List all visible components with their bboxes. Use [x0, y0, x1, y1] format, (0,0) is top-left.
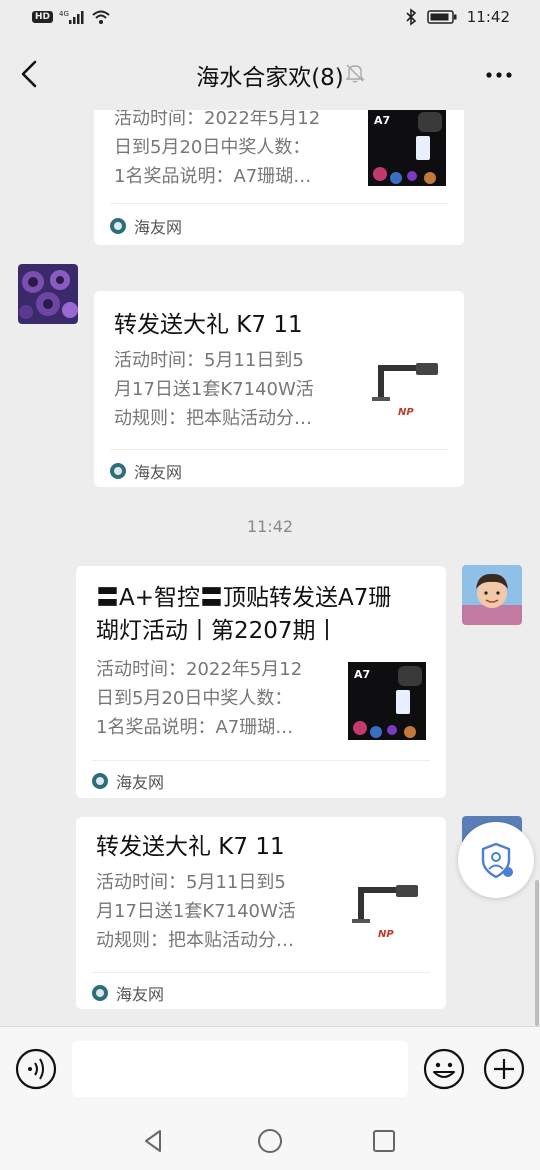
chat-title: 海水合家欢(8)	[196, 65, 344, 91]
card-source: 海友网	[92, 981, 164, 1005]
shared-link-card[interactable]: 活动时间：2022年5月12 日到5月20日中奖人数： 1名奖品说明：A7珊瑚……	[94, 110, 464, 245]
shared-link-card[interactable]: 〓A+智控〓顶贴转发送A7珊 瑚灯活动丨第2207期丨 活动时间：2022年5月…	[76, 566, 446, 798]
voice-input-icon[interactable]	[14, 1047, 58, 1091]
system-navigation-bar	[0, 1110, 540, 1170]
svg-text:NP: NP	[378, 929, 394, 940]
svg-text:4G: 4G	[59, 10, 69, 18]
bluetooth-icon	[406, 8, 416, 26]
avatar[interactable]	[18, 264, 78, 324]
card-title: 〓A+智控〓顶贴转发送A7珊 瑚灯活动丨第2207期丨	[96, 585, 392, 644]
card-description: 活动时间：2022年5月12 日到5月20日中奖人数： 1名奖品说明：A7珊瑚…	[114, 110, 321, 187]
more-options-icon[interactable]	[484, 60, 514, 90]
scrollbar[interactable]	[535, 880, 539, 1026]
card-thumbnail: NP	[368, 353, 446, 431]
add-attachment-icon[interactable]	[482, 1047, 526, 1091]
wifi-icon	[92, 10, 110, 24]
muted-bell-icon	[345, 64, 365, 83]
source-logo-icon	[110, 463, 126, 479]
card-source: 海友网	[110, 214, 182, 238]
nav-recents-icon[interactable]	[372, 1129, 396, 1153]
card-source: 海友网	[110, 459, 182, 483]
card-thumbnail: A7	[348, 662, 426, 740]
card-title: 转发送大礼 K7 11	[96, 834, 285, 860]
source-logo-icon	[110, 218, 126, 234]
source-logo-icon	[92, 985, 108, 1001]
card-description: 活动时间：2022年5月12 日到5月20日中奖人数： 1名奖品说明：A7珊瑚…	[96, 659, 303, 738]
chat-header: 海水合家欢(8)	[0, 38, 540, 110]
svg-text:A7: A7	[354, 668, 370, 681]
card-thumbnail: A7	[368, 110, 446, 186]
card-description: 活动时间：5月11日到5 月17日送1套K7140W活 动规则：把本贴活动分…	[114, 350, 314, 429]
card-source: 海友网	[92, 769, 164, 793]
svg-text:A7: A7	[374, 114, 390, 127]
message-input-bar	[0, 1026, 540, 1111]
card-description: 活动时间：5月11日到5 月17日送1套K7140W活 动规则：把本贴活动分…	[96, 872, 296, 951]
shared-link-card[interactable]: 转发送大礼 K7 11 活动时间：5月11日到5 月17日送1套K7140W活 …	[76, 817, 446, 1009]
nav-back-icon[interactable]	[140, 1128, 168, 1154]
nav-home-icon[interactable]	[256, 1127, 284, 1155]
avatar[interactable]	[462, 565, 522, 625]
message-timestamp: 11:42	[246, 517, 294, 536]
status-bar: HD 4G 11:42	[0, 0, 540, 38]
signal-icon: 4G	[59, 10, 84, 24]
message-text-field[interactable]	[72, 1041, 408, 1097]
shared-link-card[interactable]: 转发送大礼 K7 11 活动时间：5月11日到5 月17日送1套K7140W活 …	[94, 291, 464, 487]
svg-text:NP: NP	[398, 407, 414, 418]
security-floating-button[interactable]	[458, 822, 534, 898]
clock: 11:42	[466, 8, 510, 26]
source-logo-icon	[92, 773, 108, 789]
battery-icon	[427, 10, 457, 24]
emoji-icon[interactable]	[422, 1047, 466, 1091]
hd-indicator: HD	[32, 11, 54, 23]
shield-icon	[481, 842, 513, 879]
card-thumbnail: NP	[348, 875, 426, 953]
card-title: 转发送大礼 K7 11	[114, 312, 303, 338]
